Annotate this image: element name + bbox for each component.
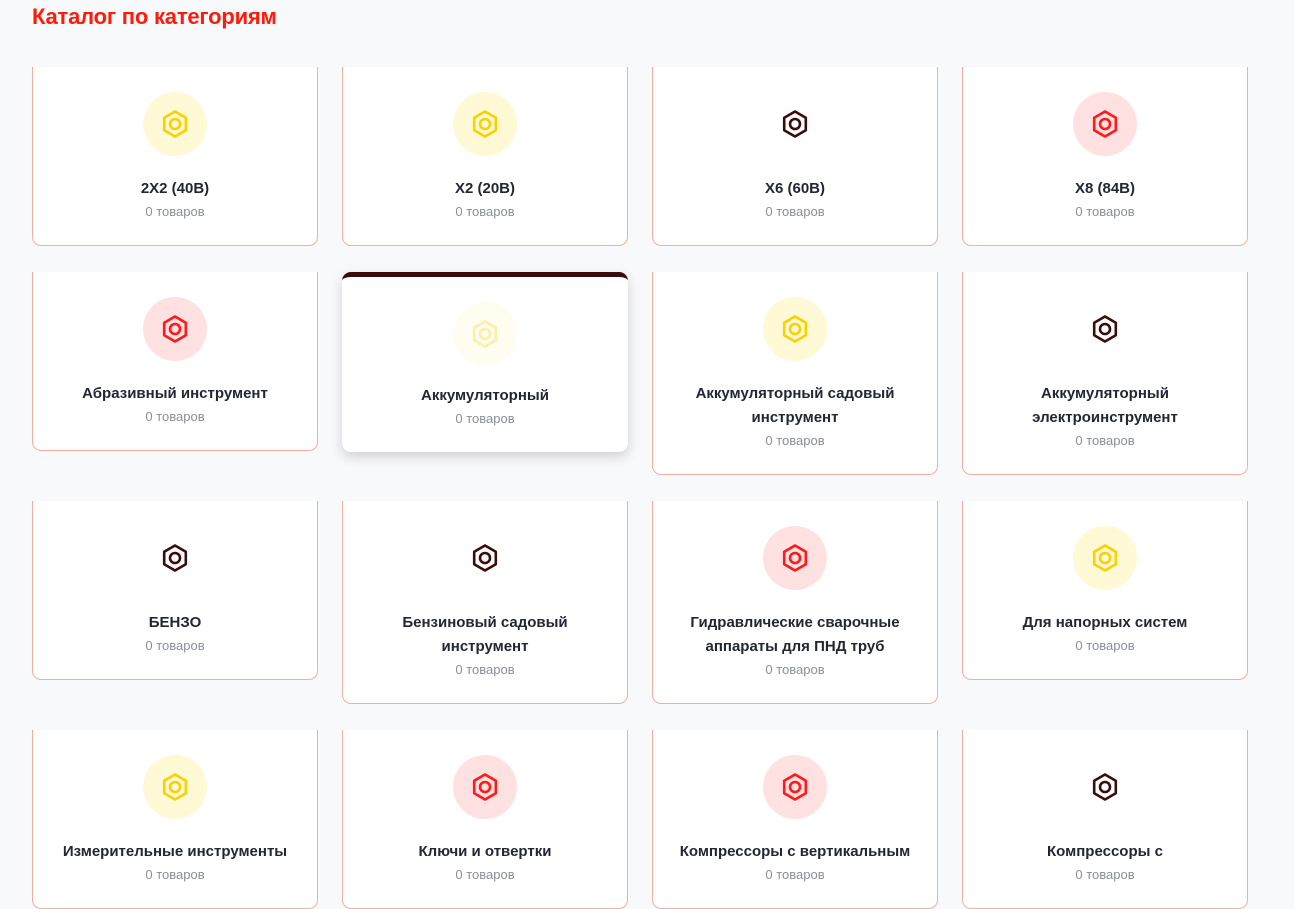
hex-nut-icon bbox=[143, 92, 207, 156]
category-name: X6 (60В) bbox=[764, 180, 826, 197]
category-card[interactable]: Компрессоры с вертикальным 0 товаров bbox=[652, 730, 938, 909]
category-card[interactable]: Измерительные инструменты 0 товаров bbox=[32, 730, 318, 909]
category-card[interactable]: X6 (60В) 0 товаров bbox=[652, 67, 938, 246]
category-card[interactable]: Бензиновый садовый инструмент 0 товаров bbox=[342, 501, 628, 704]
category-card[interactable]: Для напорных систем 0 товаров bbox=[962, 501, 1248, 680]
category-card[interactable]: БЕНЗО 0 товаров bbox=[32, 501, 318, 680]
hex-nut-icon bbox=[453, 526, 517, 590]
category-name: Гидравлические сварочные аппараты для ПН… bbox=[690, 614, 900, 655]
hex-nut-icon bbox=[763, 755, 827, 819]
category-name: Компрессоры с вертикальным bbox=[679, 843, 911, 860]
category-name: Аккумуляторный электроинструмент bbox=[1032, 385, 1178, 426]
hex-nut-icon bbox=[1073, 526, 1137, 590]
category-row: 2X2 (40В) 0 товаров X2 (20В) 0 товаров X6 (6… bbox=[32, 67, 1248, 246]
category-count: 0 товаров bbox=[1075, 433, 1135, 448]
hex-nut-icon bbox=[143, 755, 207, 819]
category-card[interactable]: X8 (84В) 0 товаров bbox=[962, 67, 1248, 246]
page-title: Каталог по категориям bbox=[32, 4, 277, 29]
hex-nut-icon bbox=[1073, 297, 1137, 361]
category-count: 0 товаров bbox=[455, 411, 515, 426]
category-count: 0 товаров bbox=[455, 204, 515, 219]
category-count: 0 товаров bbox=[765, 433, 825, 448]
category-row: Измерительные инструменты 0 товаров Ключи … bbox=[32, 730, 1248, 909]
category-count: 0 товаров bbox=[1075, 867, 1135, 882]
category-name: Для напорных систем bbox=[1022, 614, 1188, 631]
category-card[interactable]: Компрессоры с 0 товаров bbox=[962, 730, 1248, 909]
category-count: 0 товаров bbox=[1075, 638, 1135, 653]
category-count: 0 товаров bbox=[455, 867, 515, 882]
category-count: 0 товаров bbox=[455, 662, 515, 677]
category-card[interactable]: Гидравлические сварочные аппараты для ПН… bbox=[652, 501, 938, 704]
category-count: 0 товаров bbox=[765, 204, 825, 219]
category-card[interactable]: X2 (20В) 0 товаров bbox=[342, 67, 628, 246]
category-card[interactable]: Аккумуляторный 0 товаров bbox=[342, 272, 628, 452]
category-count: 0 товаров bbox=[1075, 204, 1135, 219]
category-count: 0 товаров bbox=[145, 867, 205, 882]
category-count: 0 товаров bbox=[145, 204, 205, 219]
category-card[interactable]: 2X2 (40В) 0 товаров bbox=[32, 67, 318, 246]
category-name: Измерительные инструменты bbox=[62, 843, 288, 860]
category-name: Компрессоры с bbox=[1047, 843, 1163, 860]
category-card[interactable]: Абразивный инструмент 0 товаров bbox=[32, 272, 318, 451]
hex-nut-icon bbox=[143, 297, 207, 361]
hex-nut-icon bbox=[763, 297, 827, 361]
category-name: Аккумуляторный bbox=[421, 387, 549, 404]
category-count: 0 товаров bbox=[145, 638, 205, 653]
hex-nut-icon bbox=[453, 92, 517, 156]
category-name: Ключи и отвертки bbox=[418, 843, 552, 860]
hex-nut-icon bbox=[453, 302, 517, 366]
category-card[interactable]: Аккумуляторный электроинструмент 0 товаро… bbox=[962, 272, 1248, 475]
hex-nut-icon bbox=[763, 526, 827, 590]
hex-nut-icon bbox=[1073, 92, 1137, 156]
hex-nut-icon bbox=[453, 755, 517, 819]
category-name: X8 (84В) bbox=[1074, 180, 1136, 197]
category-card[interactable]: Аккумуляторный садовый инструмент 0 товар… bbox=[652, 272, 938, 475]
category-name: Бензиновый садовый инструмент bbox=[402, 614, 568, 655]
hex-nut-icon bbox=[143, 526, 207, 590]
category-row: БЕНЗО 0 товаров Бензиновый садовый инструм… bbox=[32, 501, 1248, 704]
category-name: Абразивный инструмент bbox=[82, 385, 268, 402]
hex-nut-icon bbox=[1073, 755, 1137, 819]
category-card[interactable]: Ключи и отвертки 0 товаров bbox=[342, 730, 628, 909]
category-count: 0 товаров bbox=[765, 662, 825, 677]
category-count: 0 товаров bbox=[765, 867, 825, 882]
category-name: X2 (20В) bbox=[454, 180, 516, 197]
category-name: БЕНЗО bbox=[148, 614, 202, 631]
hex-nut-icon bbox=[763, 92, 827, 156]
category-name: Аккумуляторный садовый инструмент bbox=[695, 385, 895, 426]
category-name: 2X2 (40В) bbox=[140, 180, 210, 197]
category-row: Абразивный инструмент 0 товаров Аккумулято… bbox=[32, 272, 1248, 475]
category-count: 0 товаров bbox=[145, 409, 205, 424]
